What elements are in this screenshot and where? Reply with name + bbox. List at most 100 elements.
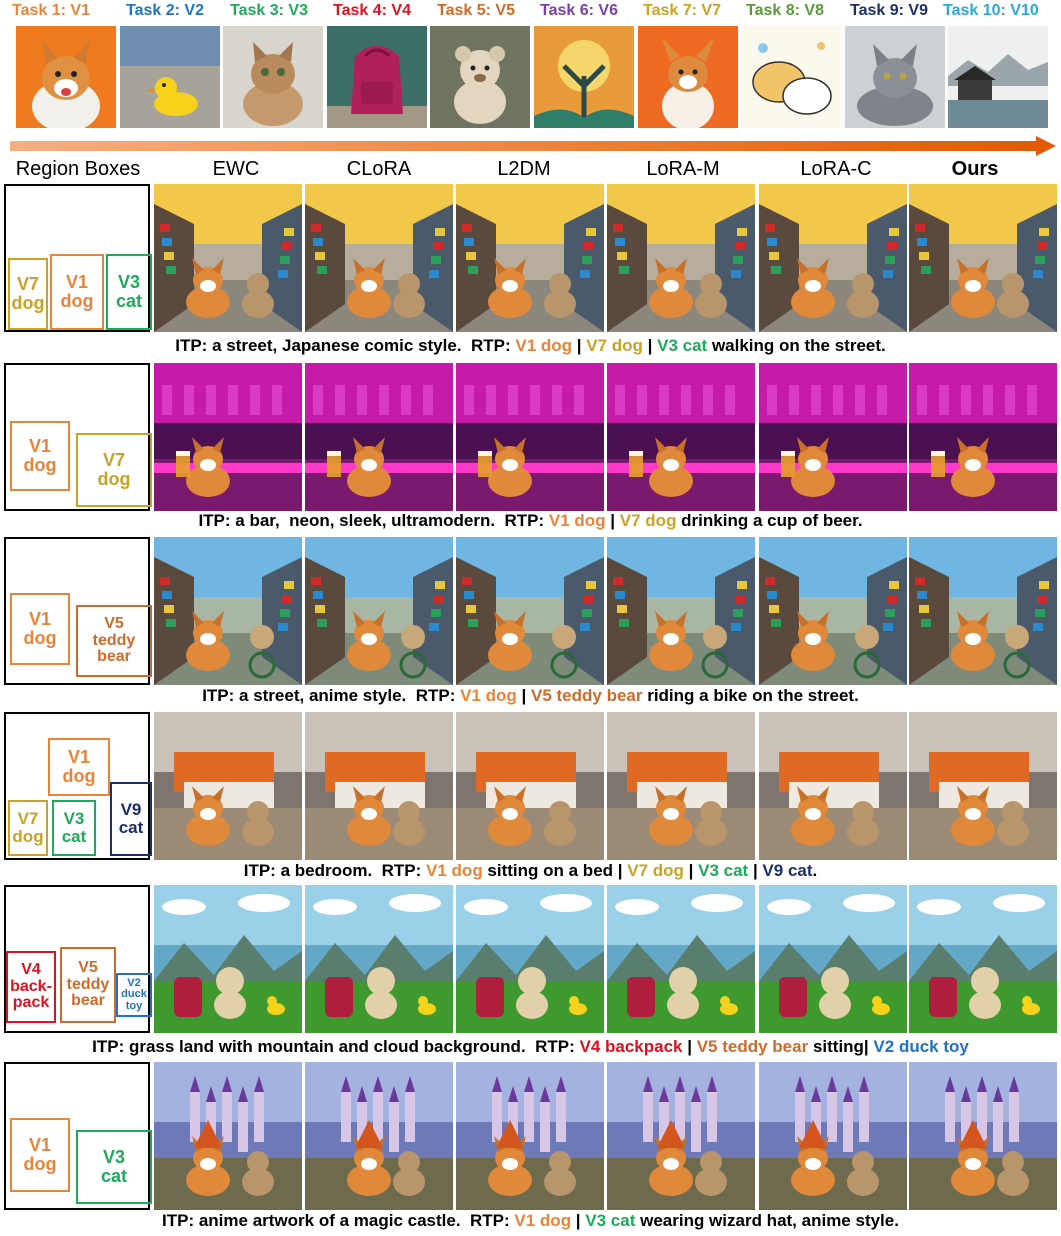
region-box: V2 duck toy	[116, 973, 152, 1017]
generated-image-l2dm	[456, 537, 604, 685]
region-box: V1 dog	[10, 1118, 70, 1192]
caption-segment: ITP: a street, anime style. RTP:	[202, 686, 461, 705]
method-lora-c: LoRA-C	[800, 158, 872, 180]
region-box-label: teddy	[92, 631, 136, 649]
method-lora-m: LoRA-M	[646, 158, 720, 180]
generated-image-clora	[305, 363, 453, 511]
method-ours: Ours	[951, 158, 999, 180]
caption-segment: V7 dog	[627, 861, 684, 880]
generated-image-clora	[305, 712, 453, 860]
caption-segment: V3 cat	[585, 1211, 636, 1230]
generated-image-ours	[909, 1062, 1057, 1210]
region-box-panel: V1 dog V3 cat	[4, 1062, 152, 1210]
task-label-3: Task 3: V3	[230, 2, 308, 19]
prompt-caption: ITP: anime artwork of a magic castle. RT…	[0, 1211, 1061, 1231]
task-label-10: Task 10: V10	[943, 2, 1039, 19]
region-box-label: pack	[12, 994, 50, 1012]
region-box-label: bear	[97, 648, 131, 666]
generated-image-lora-m	[607, 537, 755, 685]
generated-image-clora	[305, 537, 453, 685]
region-box-label: cat	[118, 818, 144, 837]
prompt-caption: ITP: grass land with mountain and cloud …	[0, 1037, 1061, 1057]
generated-image-ewc	[154, 885, 302, 1033]
generated-image-lora-c	[759, 537, 907, 685]
caption-segment: V1 dog	[426, 861, 483, 880]
caption-segment: V3 cat	[698, 861, 749, 880]
region-box: V1 dog	[10, 593, 70, 665]
generated-image-lora-m	[607, 1062, 755, 1210]
task-label-4: Task 4: V4	[333, 2, 411, 19]
region-box: V5 teddy bear	[60, 947, 116, 1023]
caption-segment: V9 cat	[762, 861, 813, 880]
task-image-backpack	[327, 26, 427, 128]
method-region-boxes: Region Boxes	[15, 158, 141, 180]
task-image-sketch-dogs	[741, 26, 841, 128]
region-box-label: toy	[125, 999, 143, 1012]
region-box-label: cat	[100, 1166, 127, 1186]
generated-image-lora-c	[759, 885, 907, 1033]
caption-segment: |	[572, 336, 587, 355]
region-box: V1 dog	[10, 421, 70, 491]
task-label-7: Task 7: V7	[643, 2, 721, 19]
region-box: V3 cat	[106, 254, 152, 330]
region-box-panel: V7 dog V1 dog V3 cat	[4, 184, 152, 332]
region-box-label: V1	[67, 747, 91, 768]
method-l2dm: L2DM	[497, 158, 551, 180]
caption-segment: V2 duck toy	[873, 1037, 969, 1056]
task-label-8: Task 8: V8	[746, 2, 824, 19]
region-box-panel: V1 dog V7 dog V3 cat V9 cat	[4, 712, 152, 860]
region-box-label: V7	[102, 450, 126, 471]
region-box-panel: V1 dog V5 teddy bear	[4, 537, 152, 685]
generated-image-l2dm	[456, 712, 604, 860]
generated-image-ours	[909, 537, 1057, 685]
generated-image-lora-m	[607, 885, 755, 1033]
caption-segment: V1 dog	[515, 336, 573, 355]
caption-segment: sitting|	[808, 1037, 874, 1056]
region-box-label: V1	[28, 436, 52, 457]
caption-segment: V4 backpack	[579, 1037, 683, 1056]
task-image-corgi	[16, 26, 116, 128]
caption-segment: walking on the street.	[707, 336, 886, 355]
continual-learning-arrow	[10, 136, 1056, 156]
generated-image-lora-c	[759, 1062, 907, 1210]
caption-segment: wearing wizard hat, anime style.	[635, 1211, 899, 1230]
task-image-teddy	[430, 26, 530, 128]
region-box-label: cat	[115, 291, 142, 311]
task-image-tree-art	[534, 26, 634, 128]
prompt-caption: ITP: a bedroom. RTP: V1 dog sitting on a…	[0, 861, 1061, 881]
region-box-label: V1	[28, 609, 52, 630]
region-box: V7 dog	[8, 800, 48, 856]
generated-image-l2dm	[456, 885, 604, 1033]
region-box-label: V5	[104, 614, 124, 632]
region-box-label: bear	[71, 992, 105, 1010]
region-box-label: V3	[102, 1147, 126, 1168]
prompt-caption: ITP: a bar, neon, sleek, ultramodern. RT…	[0, 511, 1061, 531]
region-box: V3 cat	[76, 1130, 152, 1204]
generated-image-l2dm	[456, 184, 604, 332]
region-box: V7 dog	[8, 258, 48, 330]
region-box-label: dog	[12, 827, 44, 846]
region-box-label: V5	[78, 958, 98, 976]
task-label-6: Task 6: V6	[540, 2, 618, 19]
task-label-2: Task 2: V2	[126, 2, 204, 19]
generated-image-ours	[909, 712, 1057, 860]
task-image-puppy	[638, 26, 738, 128]
caption-segment: |	[516, 686, 531, 705]
caption-segment: |	[642, 336, 658, 355]
caption-segment: riding a bike on the street.	[642, 686, 859, 705]
caption-segment: V5 teddy bear	[530, 686, 643, 705]
generated-image-ewc	[154, 712, 302, 860]
caption-segment: |	[683, 861, 699, 880]
region-box: V4 back-pack	[6, 951, 56, 1023]
region-box-label: V9	[120, 800, 142, 820]
prompt-caption: ITP: a street, anime style. RTP: V1 dog …	[0, 686, 1061, 706]
method-ewc: EWC	[212, 158, 260, 180]
region-box-label: dog	[23, 628, 57, 648]
region-box-panel: V1 dog V7 dog	[4, 363, 152, 511]
task-image-kitten	[223, 26, 323, 128]
region-box-panel: V4 back-pack V5 teddy bear V2 duck toy	[4, 885, 152, 1033]
region-box: V1 dog	[48, 738, 110, 796]
generated-image-lora-c	[759, 184, 907, 332]
region-box-label: dog	[23, 455, 57, 475]
task-image-ink-landscape	[948, 26, 1048, 128]
